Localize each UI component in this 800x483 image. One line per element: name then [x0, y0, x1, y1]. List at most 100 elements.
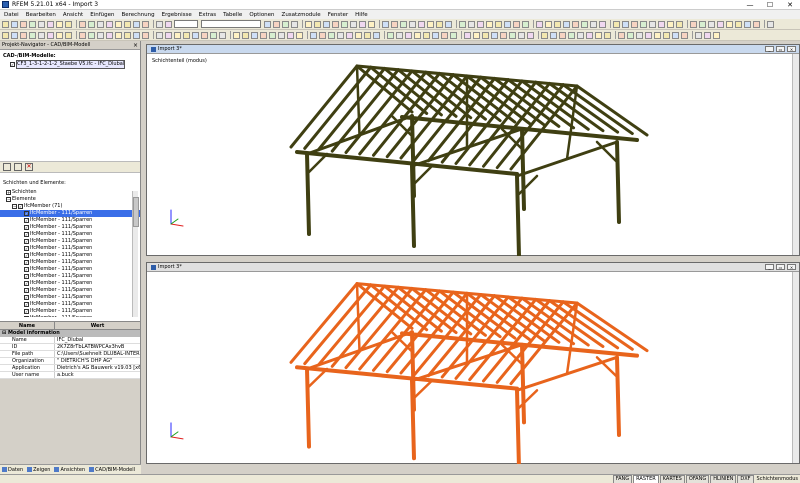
toolbar-button-icon[interactable]	[165, 31, 172, 39]
scroll-thumb[interactable]	[133, 197, 139, 227]
toolbar-button-icon[interactable]	[251, 31, 258, 39]
tree-member-item[interactable]: ✓IfcMember - 111/Sparren	[0, 301, 140, 308]
tree-member-item[interactable]: ✓IfcMember - 111/Sparren	[0, 315, 140, 317]
tree-member-item[interactable]: ✓IfcMember - 111/Sparren	[0, 294, 140, 301]
toolbar-button-icon[interactable]	[2, 20, 9, 28]
toolbar-button-icon[interactable]	[559, 31, 566, 39]
cad-model-item[interactable]: ✓ CF3_1-3-1-2-1-2_Staebe V5.ifc - IFC_Dl…	[0, 60, 140, 69]
import-icon[interactable]	[3, 163, 11, 171]
tree-member-item[interactable]: ✓IfcMember - 111/Sparren	[0, 266, 140, 273]
tree-member-item[interactable]: ✓IfcMember - 111/Sparren	[0, 238, 140, 245]
expander-icon[interactable]: −	[12, 204, 17, 209]
toolbar-button-icon[interactable]	[56, 20, 63, 28]
axis-x[interactable]	[170, 436, 184, 440]
toolbar-button-icon[interactable]	[649, 20, 656, 28]
toolbar-button-icon[interactable]	[441, 31, 448, 39]
toolbar-button-icon[interactable]	[409, 20, 416, 28]
tree-member-item[interactable]: ✓IfcMember - 111/Sparren	[0, 231, 140, 238]
toolbar-button-icon[interactable]	[663, 31, 670, 39]
checkbox-icon[interactable]: ✓	[24, 295, 29, 300]
toolbar-button-icon[interactable]	[459, 20, 466, 28]
toolbar-button-icon[interactable]	[744, 20, 751, 28]
toolbar-button-icon[interactable]	[124, 31, 131, 39]
toolbar-button-icon[interactable]	[364, 31, 371, 39]
status-fang[interactable]: FANG	[612, 474, 633, 483]
toolbar-button-icon[interactable]	[423, 31, 430, 39]
toolbar-button-icon[interactable]	[405, 31, 412, 39]
toolbar-button-icon[interactable]	[29, 31, 36, 39]
post-member[interactable]	[520, 342, 526, 425]
toolbar-button-icon[interactable]	[314, 20, 321, 28]
viewport-minimize-button[interactable]: _	[765, 46, 774, 52]
prop-row[interactable]: Name IFC_Dlubal	[0, 337, 140, 344]
toolbar-combo[interactable]	[174, 20, 198, 28]
prop-row[interactable]: File path C:\Users\Suehnelt DLUBAL-INTERN…	[0, 351, 140, 358]
toolbar-button-icon[interactable]	[676, 20, 683, 28]
post-member[interactable]	[615, 355, 621, 437]
menu-hilfe[interactable]: Hilfe	[355, 12, 368, 18]
tree-elements[interactable]: − Elemente	[0, 196, 140, 203]
toolbar-button-icon[interactable]	[341, 20, 348, 28]
toolbar-button-icon[interactable]	[640, 20, 647, 28]
toolbar-button-icon[interactable]	[645, 31, 652, 39]
toolbar-button-icon[interactable]	[568, 31, 575, 39]
toolbar-button-icon[interactable]	[115, 31, 122, 39]
toolbar-button-icon[interactable]	[427, 20, 434, 28]
close-button[interactable]: ✕	[780, 0, 800, 10]
toolbar-button-icon[interactable]	[282, 20, 289, 28]
toolbar-button-icon[interactable]	[310, 31, 317, 39]
toolbar-button-icon[interactable]	[201, 31, 208, 39]
model-3d-view-orange[interactable]	[147, 272, 793, 464]
checkbox-icon[interactable]: ✓	[24, 316, 29, 317]
prop-row[interactable]: User name a.buck	[0, 372, 140, 379]
toolbar-button-icon[interactable]	[527, 31, 534, 39]
status-ofang[interactable]: OFANG	[685, 474, 710, 483]
purlin-member[interactable]	[295, 365, 519, 391]
menu-optionen[interactable]: Optionen	[249, 12, 274, 18]
checkbox-icon[interactable]: ✓	[24, 309, 29, 314]
toolbar-button-icon[interactable]	[654, 31, 661, 39]
tree-member-item[interactable]: ✓IfcMember - 111/Sparren	[0, 245, 140, 252]
toolbar-button-icon[interactable]	[550, 31, 557, 39]
toolbar-button-icon[interactable]	[287, 31, 294, 39]
toolbar-button-icon[interactable]	[355, 31, 362, 39]
navigator-close-icon[interactable]: ×	[133, 41, 138, 50]
viewport-close-button[interactable]: ×	[787, 46, 796, 52]
status-raster[interactable]: RASTER	[633, 474, 659, 483]
status-kartes[interactable]: KARTES	[659, 474, 685, 483]
toolbar-button-icon[interactable]	[359, 20, 366, 28]
toolbar-button-icon[interactable]	[735, 20, 742, 28]
toolbar-button-icon[interactable]	[291, 20, 298, 28]
toolbar-button-icon[interactable]	[38, 31, 45, 39]
toolbar-button-icon[interactable]	[387, 31, 394, 39]
tree-member-item[interactable]: ✓IfcMember - 111/Sparren	[0, 308, 140, 315]
toolbar-button-icon[interactable]	[106, 20, 113, 28]
post-member[interactable]	[515, 388, 521, 464]
prop-row[interactable]: Application Dietrich's AG Bauwerk v19.03 …	[0, 365, 140, 372]
toolbar-button-icon[interactable]	[156, 31, 163, 39]
toolbar-button-icon[interactable]	[183, 31, 190, 39]
toolbar-button-icon[interactable]	[106, 31, 113, 39]
tab-ansichten[interactable]: Ansichten	[54, 467, 85, 473]
brace-member[interactable]	[515, 174, 539, 198]
toolbar-button-icon[interactable]	[586, 31, 593, 39]
toolbar-button-icon[interactable]	[79, 31, 86, 39]
toolbar-button-icon[interactable]	[545, 20, 552, 28]
viewport-scrollbar[interactable]	[792, 272, 799, 463]
tree-layers[interactable]: + Schichten	[0, 189, 140, 196]
toolbar-button-icon[interactable]	[622, 20, 629, 28]
toolbar-button-icon[interactable]	[233, 31, 240, 39]
status-mode[interactable]: Schichtenmodus	[755, 476, 800, 483]
toolbar-button-icon[interactable]	[97, 20, 104, 28]
toolbar-button-icon[interactable]	[133, 31, 140, 39]
axis-x[interactable]	[170, 223, 184, 227]
post-member[interactable]	[515, 174, 521, 256]
brace-member[interactable]	[305, 152, 329, 176]
viewport-bottom[interactable]: Import 3* _ ▭ ×	[146, 262, 800, 464]
toolbar-button-icon[interactable]	[667, 20, 674, 28]
toolbar-button-icon[interactable]	[20, 20, 27, 28]
toolbar-button-icon[interactable]	[445, 20, 452, 28]
toolbar-button-icon[interactable]	[38, 20, 45, 28]
checkbox-icon[interactable]: ✓	[24, 211, 29, 216]
toolbar-button-icon[interactable]	[658, 20, 665, 28]
